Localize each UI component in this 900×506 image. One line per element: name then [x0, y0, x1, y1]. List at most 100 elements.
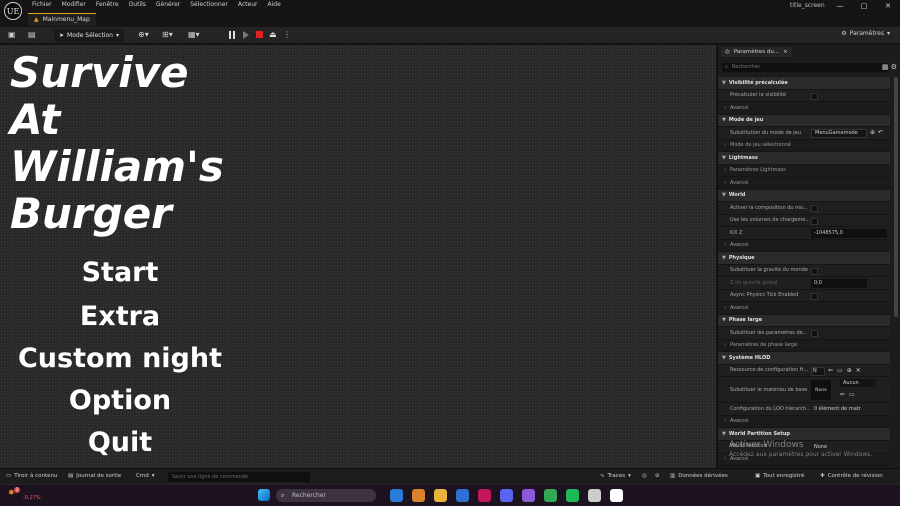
menu-help[interactable]: Aide [267, 1, 280, 8]
taskbar-search-input[interactable]: ⌕ Rechercher [276, 489, 376, 502]
menu-tools[interactable]: Outils [129, 1, 146, 8]
section-header[interactable]: ▼ Système HLOD [718, 352, 890, 365]
close-icon[interactable]: × [783, 47, 788, 57]
property-row[interactable]: Précalculer la visibilité [718, 89, 890, 102]
browse-icon[interactable]: ⇐ [840, 391, 845, 398]
property-row[interactable]: Substituer les paramètres de... [718, 327, 890, 340]
advanced-expander[interactable]: › Avancé [718, 239, 890, 252]
menu-custom-night-button[interactable]: Custom night [0, 343, 240, 374]
section-header[interactable]: ▼ Visibilité précalculée [718, 77, 890, 90]
menu-edit[interactable]: Modifier [62, 1, 86, 8]
save-all-button[interactable]: ▣ Tout enregistré [755, 473, 804, 479]
section-header[interactable]: ▼ Physique [718, 252, 890, 265]
explorer-icon[interactable] [434, 489, 447, 502]
advanced-expander[interactable]: › Avancé [718, 177, 890, 190]
widgets-icon[interactable] [390, 489, 403, 502]
property-checkbox[interactable] [811, 292, 818, 300]
close-icon[interactable]: ✕ [876, 0, 900, 12]
property-checkbox[interactable] [811, 92, 818, 100]
folder-icon[interactable]: ▭ [837, 367, 843, 374]
view-options-icon[interactable]: ▦ ⚙ [882, 63, 897, 71]
unreal-icon[interactable] [610, 489, 623, 502]
advanced-expander[interactable]: › Mode de jeu sélectionné [718, 139, 890, 152]
property-row[interactable]: Substituer la gravité du monde [718, 264, 890, 277]
content-browser-icon[interactable]: ▤ [28, 30, 36, 39]
play-button[interactable] [243, 31, 249, 39]
property-row[interactable]: Activer la composition du mo... [718, 202, 890, 215]
menu-quit-button[interactable]: Quit [0, 427, 240, 458]
output-log-button[interactable]: ▤ Journal de sortie [68, 473, 121, 479]
section-header[interactable]: ▼ World [718, 189, 890, 202]
windows-start-icon[interactable] [258, 489, 270, 501]
property-checkbox[interactable] [811, 330, 818, 337]
command-input[interactable]: Saisir une ligne de commande [168, 472, 310, 482]
material-dropdown[interactable]: Aucun [840, 379, 876, 387]
property-checkbox[interactable] [811, 267, 818, 275]
menu-build[interactable]: Générer [156, 1, 180, 8]
folder-icon[interactable]: ▭ [849, 391, 855, 398]
unreal-logo-icon[interactable]: UE [4, 2, 22, 20]
tab-mainmenu-map[interactable]: ▲ Mainmenu_Map [28, 13, 96, 26]
advanced-expander[interactable]: › Paramètres de phase large [718, 339, 890, 352]
menu-select[interactable]: Sélectionner [190, 1, 228, 8]
asset-actions[interactable]: ⇐ ▭ [840, 391, 855, 398]
derived-data-button[interactable]: ▥ Données dérivées [670, 473, 728, 479]
settings-icon[interactable] [588, 489, 601, 502]
browse-icon[interactable]: ⇐ [828, 367, 833, 374]
property-row[interactable]: Use les volumes de chargeme... [718, 214, 890, 227]
add-icon[interactable]: ⊕ [847, 367, 852, 374]
menu-start-button[interactable]: Start [0, 257, 240, 288]
source-control-button[interactable]: ✚ Contrôle de révision [820, 473, 883, 479]
section-header[interactable]: ▼ Phase large [718, 314, 890, 327]
menu-window[interactable]: Fenêtre [96, 1, 119, 8]
property-row[interactable]: Substitution du mode de jeu MenuGamemode ⊕… [718, 127, 890, 140]
panel-scrollbar[interactable] [894, 77, 898, 317]
level-viewport[interactable]: Survive At William's Burger Start Extra … [0, 45, 716, 468]
cinematics-icon[interactable]: ▦▾ [188, 30, 200, 39]
broadcast-icon[interactable]: ⊘ [655, 473, 660, 479]
advanced-expander[interactable]: › Avancé [718, 302, 890, 315]
maximize-icon[interactable]: □ [852, 0, 876, 12]
property-combo[interactable]: N [811, 366, 825, 376]
files-icon[interactable] [412, 489, 425, 502]
settings-button[interactable]: ⚙ Paramètres ▾ [841, 30, 890, 37]
cmd-dropdown[interactable]: Cmd ▾ [136, 473, 154, 479]
eject-icon[interactable]: ⏏ [269, 30, 277, 39]
minimize-icon[interactable]: — [828, 0, 852, 12]
property-value-field[interactable]: -1048575,0 [811, 229, 887, 238]
teams-icon[interactable] [522, 489, 535, 502]
menu-option-button[interactable]: Option [0, 385, 240, 416]
property-row[interactable]: Z de gravité global 0,0 [718, 277, 890, 290]
photos-icon[interactable] [478, 489, 491, 502]
outlook-icon[interactable] [456, 489, 469, 502]
section-header[interactable]: ▼ Mode de jeu [718, 114, 890, 127]
menu-extra-button[interactable]: Extra [0, 301, 240, 332]
clear-icon[interactable]: ✕ [856, 367, 861, 374]
property-checkbox[interactable] [811, 205, 818, 212]
property-row[interactable]: Substituer le matériau de base None Aucun ⇐… [718, 377, 890, 403]
property-row[interactable]: Configuration du LOD hiérarch... 0 élémen… [718, 403, 890, 416]
save-icon[interactable]: ▣ [8, 30, 16, 39]
section-header[interactable]: ▼ World Partition Setup [718, 428, 890, 441]
panel-tab[interactable]: ◎ Paramètres du... × [721, 47, 792, 57]
advanced-expander[interactable]: › Avancé [718, 102, 890, 115]
menu-actor[interactable]: Acteur [238, 1, 258, 8]
edge-icon[interactable] [544, 489, 557, 502]
property-combo[interactable]: MenuGamemode [811, 129, 867, 138]
advanced-expander[interactable]: › Paramètres Lightmass [718, 164, 890, 177]
property-checkbox[interactable] [811, 217, 818, 225]
asset-actions[interactable]: ⇐ ▭ ⊕ ✕ [828, 367, 861, 374]
pause-button[interactable] [229, 31, 237, 39]
stop-button[interactable] [256, 31, 263, 38]
section-header[interactable]: ▼ Lightmass [718, 152, 890, 165]
property-value-field[interactable]: 0,0 [811, 279, 867, 288]
search-input[interactable]: ⌕ Rechercher [722, 63, 888, 72]
combo-actions[interactable]: ⊕ ↶ [870, 129, 883, 136]
reset-icon[interactable]: ⊕ [870, 129, 875, 136]
target-icon[interactable]: ◎ [642, 473, 647, 479]
property-row[interactable]: Async Physics Tick Enabled [718, 289, 890, 302]
spotify-icon[interactable] [566, 489, 579, 502]
undo-icon[interactable]: ↶ [878, 129, 883, 136]
selection-mode-button[interactable]: ➤ Mode Sélection ▾ [54, 29, 124, 42]
discord-icon[interactable] [500, 489, 513, 502]
